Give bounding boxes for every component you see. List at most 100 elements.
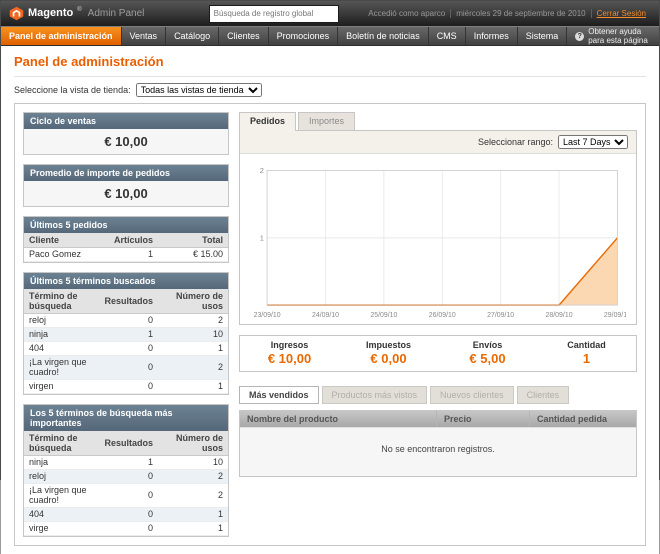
table-row: reloj02 (24, 470, 228, 484)
top-search-terms-title: Los 5 términos de búsqueda más important… (24, 405, 228, 431)
table-cell: 2 (158, 356, 228, 380)
nav-tab[interactable]: CMS (429, 27, 466, 45)
last-orders-box: Últimos 5 pedidos ClienteArtículosTotalP… (23, 216, 229, 263)
date-text: miércoles 29 de septiembre de 2010 (450, 9, 590, 18)
table-row: ¡La virgen que cuadro!02 (24, 484, 228, 508)
total-value: € 0,00 (339, 351, 438, 366)
svg-text:26/09/10: 26/09/10 (429, 312, 456, 319)
table-cell: virgen (24, 380, 99, 394)
products-grid: Nombre del productoPrecioCantidad pedida… (239, 410, 637, 477)
column-header: Resultados (99, 431, 158, 456)
table-cell: Paco Gomez (24, 248, 104, 262)
help-link[interactable]: Obtener ayuda para esta página (567, 27, 659, 45)
table-cell: 0 (99, 522, 158, 536)
nav-tab[interactable]: Promociones (269, 27, 339, 45)
orders-panel: Seleccionar rango: Last 7 Days 23/09/10 2… (239, 130, 637, 325)
column-header: Nombre del producto (240, 411, 437, 427)
table-cell: 2 (158, 470, 228, 484)
totals-row: Ingresos€ 10,00Impuestos€ 0,00Envíos€ 5,… (239, 335, 637, 372)
total-label: Cantidad (537, 340, 636, 350)
total-label: Ingresos (240, 340, 339, 350)
nav-tab[interactable]: Catálogo (166, 27, 219, 45)
nav-tab[interactable]: Panel de administración (1, 27, 122, 45)
table-cell: 1 (158, 508, 228, 522)
column-header: Término de búsqueda (24, 289, 99, 314)
range-select[interactable]: Last 7 Days (558, 135, 628, 149)
admin-window: Magento ® Admin Panel Accedió como aparc… (0, 0, 660, 480)
diagram-tab[interactable]: Pedidos (239, 112, 296, 131)
last-search-terms-table: Término de búsquedaResultadosNúmero de u… (24, 289, 228, 394)
nav-tab[interactable]: Ventas (122, 27, 167, 45)
svg-text:24/09/10: 24/09/10 (312, 312, 339, 319)
store-switcher: Seleccione la vista de tienda: Todas las… (14, 76, 646, 103)
table-row: reloj02 (24, 314, 228, 328)
svg-text:2: 2 (260, 166, 264, 175)
page-title: Panel de administración (14, 54, 646, 69)
table-row: Paco Gomez1€ 15.00 (24, 248, 228, 262)
total-cell: Cantidad1 (537, 336, 636, 371)
table-cell: 1 (158, 380, 228, 394)
nav-tab[interactable]: Boletín de noticias (338, 27, 429, 45)
products-table: Nombre del productoPrecioCantidad pedida (240, 411, 636, 427)
table-cell: 2 (158, 314, 228, 328)
last-search-terms-box: Últimos 5 términos buscados Término de b… (23, 272, 229, 395)
table-row: virge01 (24, 522, 228, 536)
table-cell: reloj (24, 470, 99, 484)
grid-tab[interactable]: Más vendidos (239, 386, 319, 404)
table-row: 40401 (24, 342, 228, 356)
table-row: ninja110 (24, 456, 228, 470)
table-cell: 404 (24, 508, 99, 522)
column-header: Total (158, 233, 228, 248)
lifetime-sales-title: Ciclo de ventas (24, 113, 228, 129)
range-row: Seleccionar rango: Last 7 Days (240, 131, 636, 154)
logo-brand: Magento (28, 6, 73, 21)
average-orders-box: Promedio de importe de pedidos € 10,00 (23, 164, 229, 207)
svg-text:23/09/10: 23/09/10 (254, 312, 281, 319)
nav-tab[interactable]: Clientes (219, 27, 269, 45)
table-row: ninja110 (24, 328, 228, 342)
table-cell: 1 (104, 248, 158, 262)
grid-tab: Clientes (517, 386, 570, 404)
table-cell: 10 (158, 328, 228, 342)
total-value: € 5,00 (438, 351, 537, 366)
magento-logo: Magento ® Admin Panel (9, 6, 184, 21)
table-cell: 0 (99, 470, 158, 484)
svg-text:29/09/10: 29/09/10 (604, 312, 626, 319)
table-cell: 0 (99, 508, 158, 522)
table-cell: ¡La virgen que cuadro! (24, 484, 99, 508)
column-header: Precio (437, 411, 530, 427)
table-row: 40401 (24, 508, 228, 522)
chart-wrap: 23/09/1024/09/1025/09/1026/09/1027/09/10… (240, 154, 636, 324)
column-header: Cantidad pedida (530, 411, 637, 427)
top-search-terms-box: Los 5 términos de búsqueda más important… (23, 404, 229, 537)
grid-tabs: Más vendidosProductos más vistosNuevos c… (239, 386, 637, 404)
global-search-input[interactable] (209, 5, 339, 23)
logout-link[interactable]: Cerrar Sesión (591, 9, 651, 18)
grid-tab: Productos más vistos (322, 386, 428, 404)
svg-text:28/09/10: 28/09/10 (546, 312, 573, 319)
store-view-select[interactable]: Todas las vistas de tienda (136, 83, 262, 97)
store-view-label: Seleccione la vista de tienda: (14, 85, 131, 95)
column-header: Cliente (24, 233, 104, 248)
total-label: Envíos (438, 340, 537, 350)
main-nav: Panel de administraciónVentasCatálogoCli… (1, 26, 659, 46)
top-header: Magento ® Admin Panel Accedió como aparc… (1, 1, 659, 26)
average-orders-title: Promedio de importe de pedidos (24, 165, 228, 181)
table-cell: 1 (99, 328, 158, 342)
column-header: Término de búsqueda (24, 431, 99, 456)
average-orders-value: € 10,00 (24, 181, 228, 206)
nav-tab[interactable]: Informes (466, 27, 518, 45)
table-row: ¡La virgen que cuadro!02 (24, 356, 228, 380)
table-header-row: Término de búsquedaResultadosNúmero de u… (24, 431, 228, 456)
table-cell: reloj (24, 314, 99, 328)
nav-tab[interactable]: Sistema (518, 27, 568, 45)
dashboard-sidebar: Ciclo de ventas € 10,00 Promedio de impo… (23, 112, 229, 537)
diagram-tab[interactable]: Importes (298, 112, 355, 130)
table-cell: 10 (158, 456, 228, 470)
table-header-row: Término de búsquedaResultadosNúmero de u… (24, 289, 228, 314)
table-cell: virge (24, 522, 99, 536)
total-value: 1 (537, 351, 636, 366)
table-cell: 0 (99, 484, 158, 508)
content: Panel de administración Seleccione la vi… (1, 46, 659, 554)
svg-text:25/09/10: 25/09/10 (370, 312, 397, 319)
